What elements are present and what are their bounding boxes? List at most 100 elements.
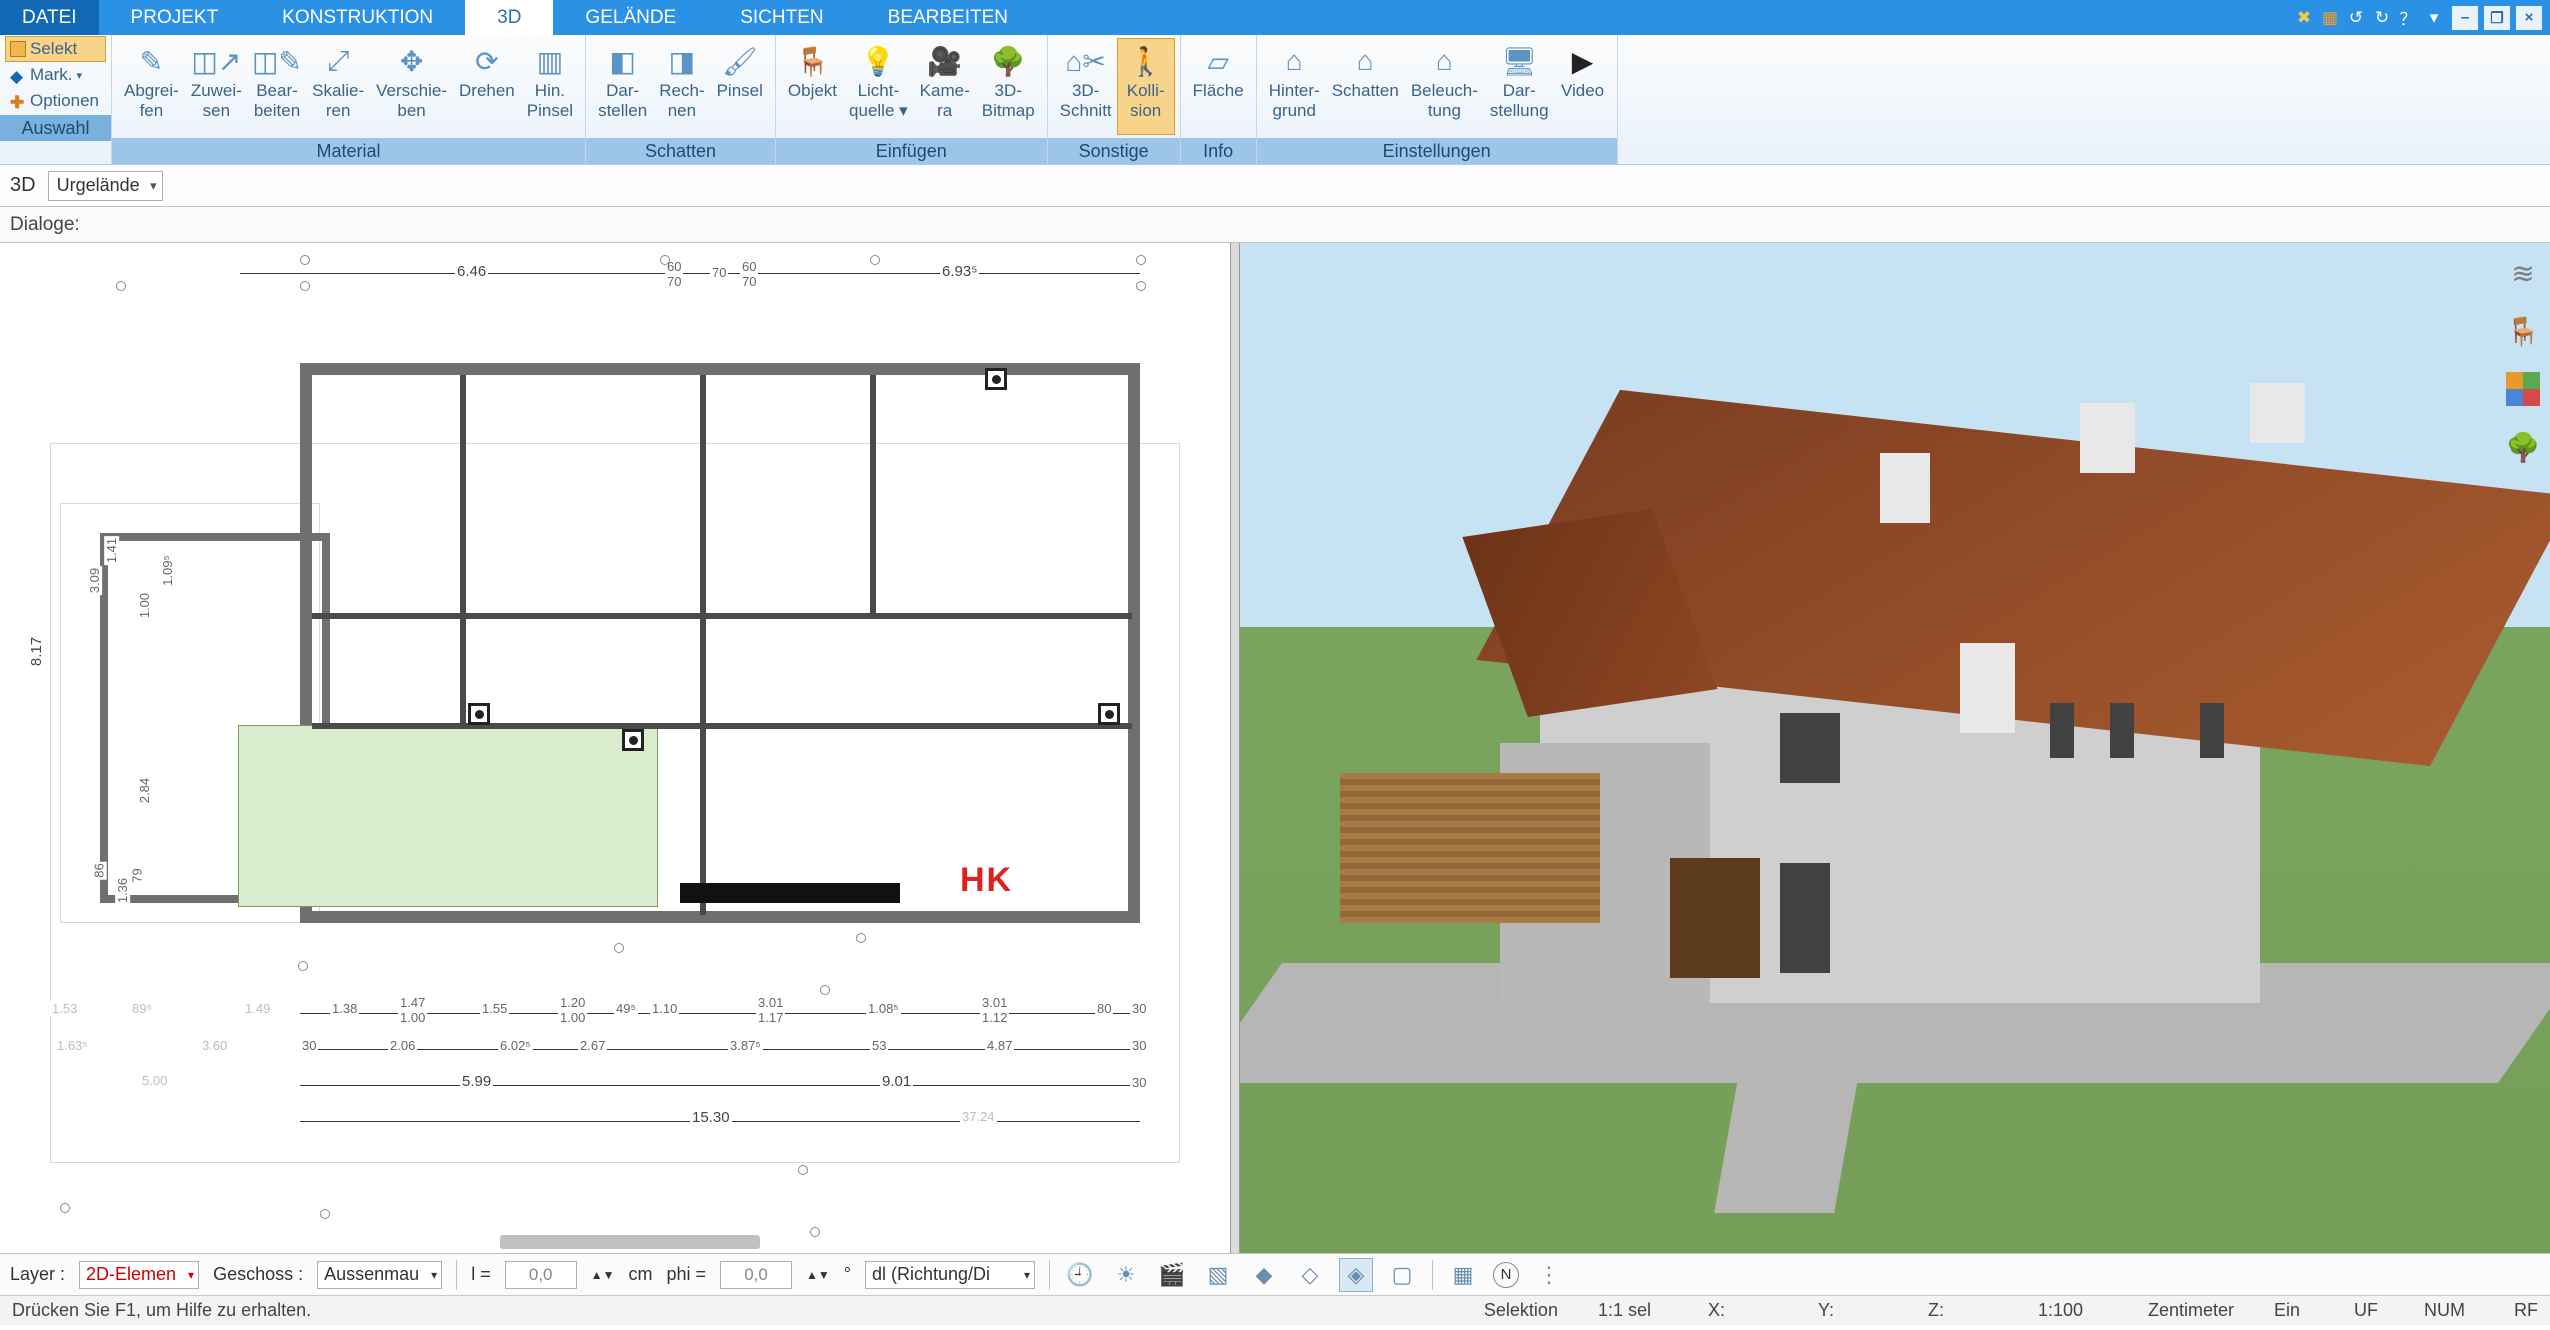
btn-abgreifen[interactable]: ✎Abgrei- fen — [118, 39, 185, 134]
scale-icon: ⤢ — [316, 43, 360, 79]
l-input[interactable] — [505, 1261, 577, 1289]
north-icon[interactable]: N — [1493, 1262, 1519, 1288]
group-label-info: Info — [1181, 138, 1256, 164]
cam-icon[interactable]: 🎬 — [1156, 1259, 1188, 1291]
status-bar: Drücken Sie F1, um Hilfe zu erhalten. Se… — [0, 1295, 2550, 1325]
context-layer-drop[interactable]: Urgelände — [48, 171, 163, 201]
status-selektion: Selektion — [1484, 1300, 1558, 1321]
redo-icon[interactable]: ↻ — [2370, 6, 2394, 30]
dup-icon[interactable]: ▧ — [1202, 1259, 1234, 1291]
furniture-icon[interactable]: 🪑 — [2503, 311, 2543, 351]
help-icon[interactable]: ？ — [2396, 6, 2420, 30]
sun-icon[interactable]: ☀ — [1110, 1259, 1142, 1291]
geschoss-drop[interactable]: Aussenmau — [317, 1261, 442, 1289]
plan-h-scrollbar[interactable] — [500, 1235, 760, 1249]
layer-drop[interactable]: 2D-Elemen — [79, 1261, 199, 1289]
status-unit: Zentimeter — [2148, 1300, 2234, 1321]
status-y: Y: — [1818, 1300, 1888, 1321]
dim-b2-2: 6.02⁵ — [498, 1038, 533, 1053]
restore-button[interactable]: ❐ — [2484, 6, 2510, 30]
btn-drehen[interactable]: ⟳Drehen — [453, 39, 521, 134]
grid-icon[interactable]: ▦ — [1447, 1259, 1479, 1291]
btn-video[interactable]: ▶Video — [1555, 39, 1611, 134]
dim-f-0: 1.53 — [50, 1001, 79, 1016]
box-icon[interactable]: ▦ — [2318, 6, 2342, 30]
group-label-material: Material — [112, 138, 585, 164]
btn-3d-bitmap[interactable]: 🌳3D- Bitmap — [976, 39, 1041, 134]
tab-konstruktion[interactable]: KONSTRUKTION — [250, 0, 465, 35]
btn-zuweisen[interactable]: ◫↗Zuwei- sen — [185, 39, 248, 134]
more-icon[interactable]: ⋮ — [1533, 1259, 1565, 1291]
context-bar: 3D Urgelände — [0, 165, 2550, 207]
btn-flaeche[interactable]: ▱Fläche — [1187, 39, 1250, 134]
tab-3d[interactable]: 3D — [465, 0, 553, 35]
btn-kollision[interactable]: 🚶Kolli- sion — [1118, 39, 1174, 134]
btn-skalieren[interactable]: ⤢Skalie- ren — [306, 39, 370, 134]
group-label-einstellungen: Einstellungen — [1257, 138, 1617, 164]
pane-2d-plan[interactable]: HK 6.46 60 70 70 60 70 6.93⁵ 8.17 3.09 1… — [0, 243, 1230, 1253]
btn-darstellen[interactable]: ◧Dar- stellen — [592, 39, 653, 134]
phi-input[interactable] — [720, 1261, 792, 1289]
l-label: l = — [471, 1264, 491, 1285]
dim-b1-4: 49⁵ — [614, 1001, 638, 1016]
mark-tool[interactable]: ◆Mark.▾ — [6, 63, 105, 87]
btn-lichtquelle[interactable]: 💡Licht- quelle ▾ — [843, 39, 914, 134]
btn-rechnen[interactable]: ◨Rech- nen — [653, 39, 710, 134]
shape3-icon[interactable]: ◈ — [1340, 1259, 1372, 1291]
minimize-button[interactable]: – — [2452, 6, 2478, 30]
btn-schatten-set[interactable]: ⌂Schatten — [1326, 39, 1405, 134]
tab-gelaende[interactable]: GELÄNDE — [553, 0, 708, 35]
dl-drop[interactable]: dl (Richtung/Di — [865, 1261, 1035, 1289]
terrain-tree-icon[interactable]: 🌳 — [2503, 427, 2543, 467]
btn-hin-pinsel[interactable]: ▥Hin. Pinsel — [521, 39, 579, 134]
dim-b3-0: 5.99 — [460, 1073, 493, 1090]
main-split: HK 6.46 60 70 70 60 70 6.93⁵ 8.17 3.09 1… — [0, 243, 2550, 1253]
brush-icon: 🖌 — [718, 43, 762, 79]
status-help: Drücken Sie F1, um Hilfe zu erhalten. — [12, 1300, 311, 1321]
btn-bearbeiten[interactable]: ◫✎Bear- beiten — [248, 39, 306, 134]
tab-datei[interactable]: DATEI — [0, 0, 99, 35]
status-rf: RF — [2514, 1300, 2538, 1321]
shape4-icon[interactable]: ▢ — [1386, 1259, 1418, 1291]
btn-darstellung[interactable]: 🖥Dar- stellung — [1484, 39, 1555, 134]
tab-bearbeiten[interactable]: BEARBEITEN — [856, 0, 1040, 35]
undo-icon[interactable]: ↺ — [2344, 6, 2368, 30]
pane-3d-view[interactable]: ≋ 🪑 🌳 — [1240, 243, 2550, 1253]
dim-b3-1: 9.01 — [880, 1073, 913, 1090]
status-x: X: — [1708, 1300, 1778, 1321]
layer-label: Layer : — [10, 1264, 65, 1285]
dim-left-7: 1.36 — [115, 876, 130, 905]
dim-b1-5: 1.10 — [650, 1001, 679, 1016]
dim-f-5: 37.24 — [960, 1109, 997, 1124]
btn-pinsel[interactable]: 🖌Pinsel — [711, 39, 769, 134]
menu-bar: DATEI PROJEKT KONSTRUKTION 3D GELÄNDE SI… — [0, 0, 2550, 35]
pane-splitter[interactable] — [1230, 243, 1240, 1253]
dim-b2-1: 2.06 — [388, 1038, 417, 1053]
optionen-tool[interactable]: ✚Optionen — [6, 89, 105, 113]
dropdown-icon[interactable]: ▾ — [2422, 6, 2446, 30]
shape2-icon[interactable]: ◇ — [1294, 1259, 1326, 1291]
palette-icon[interactable] — [2503, 369, 2543, 409]
select-tool[interactable]: Selekt — [6, 37, 105, 61]
btn-3d-schnitt[interactable]: ⌂✂3D- Schnitt — [1054, 39, 1118, 134]
layers-icon[interactable]: ≋ — [2503, 253, 2543, 293]
tab-projekt[interactable]: PROJEKT — [99, 0, 251, 35]
ribbon-group-material: ✎Abgrei- fen ◫↗Zuwei- sen ◫✎Bear- beiten… — [112, 35, 586, 164]
tab-sichten[interactable]: SICHTEN — [708, 0, 855, 35]
geschoss-label: Geschoss : — [213, 1264, 303, 1285]
phi-label: phi = — [666, 1264, 706, 1285]
dim-b1-3: 1.20 1.00 — [558, 995, 587, 1025]
btn-objekt[interactable]: 🪑Objekt — [782, 39, 843, 134]
clock-icon[interactable]: 🕘 — [1064, 1259, 1096, 1291]
shape1-icon[interactable]: ◆ — [1248, 1259, 1280, 1291]
btn-beleuchtung[interactable]: ⌂Beleuch- tung — [1405, 39, 1484, 134]
btn-kamera[interactable]: 🎥Kame- ra — [914, 39, 976, 134]
btn-verschieben[interactable]: ✥Verschie- ben — [370, 39, 453, 134]
close-button[interactable]: × — [2516, 6, 2542, 30]
tools-icon[interactable]: ✖ — [2292, 6, 2316, 30]
bottom-toolbar: Layer : 2D-Elemen Geschoss : Aussenmau l… — [0, 1253, 2550, 1295]
dim-left-6: 79 — [130, 866, 145, 884]
tree-icon: 🌳 — [986, 43, 1030, 79]
dim-f-4: 1.63⁵ — [55, 1038, 90, 1053]
btn-hintergrund[interactable]: ⌂Hinter- grund — [1263, 39, 1326, 134]
